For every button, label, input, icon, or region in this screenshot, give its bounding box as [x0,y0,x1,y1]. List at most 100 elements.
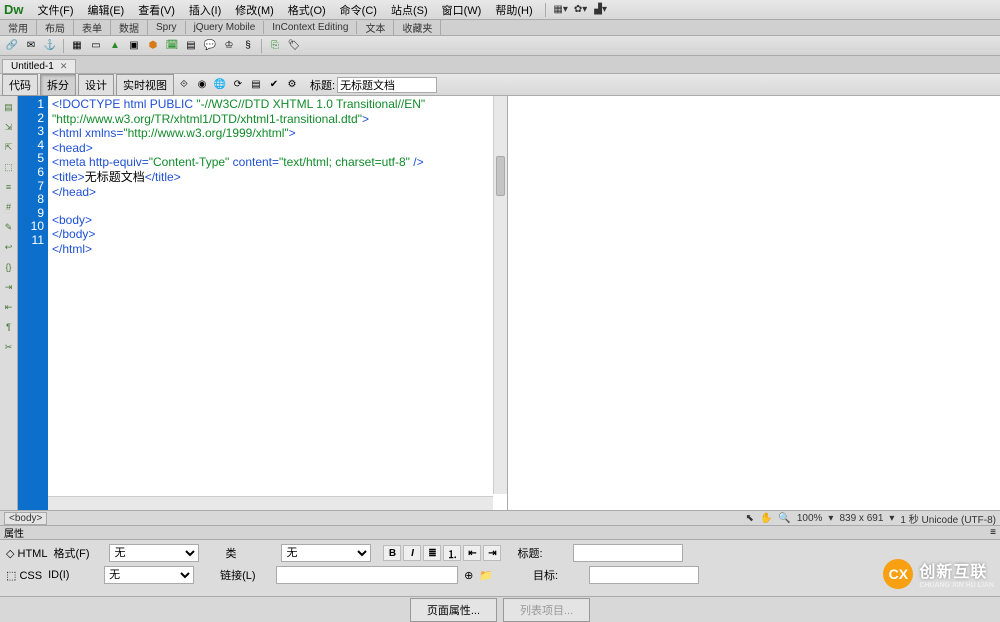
document-toolbar: 代码 拆分 设计 实时视图 ⟐ ◉ 🌐 ⟳ ▤ ✔ ⚙ 标题: [0,74,1000,96]
zoom-value[interactable]: 100% [797,513,823,524]
vertical-scrollbar[interactable] [493,96,507,494]
media-icon[interactable]: ▣ [126,38,142,54]
live-code-icon[interactable]: ⟐ [176,77,192,93]
design-view-button[interactable]: 设计 [78,74,114,96]
indent-icon[interactable]: ⇥ [2,280,16,294]
menu-file[interactable]: 文件(F) [32,0,80,20]
menu-insert[interactable]: 插入(I) [183,0,227,20]
tab-favorites[interactable]: 收藏夹 [394,19,441,36]
tab-text[interactable]: 文本 [357,19,394,36]
refresh-icon[interactable]: ⟳ [230,77,246,93]
collapse-icon[interactable]: ⇲ [2,120,16,134]
indent-btn-icon[interactable]: ⇥ [483,545,501,561]
anchor-icon[interactable]: ⚓ [42,38,58,54]
title-input[interactable] [337,77,437,93]
pointer-icon[interactable]: ⬉ [746,513,754,524]
code-view-button[interactable]: 代码 [2,74,38,96]
format-label: 格式(F) [53,545,103,561]
options-icon[interactable]: ⚙ [284,77,300,93]
tab-spry[interactable]: Spry [148,21,186,34]
ol-icon[interactable]: ⒈ [443,545,461,561]
browse-folder-icon[interactable]: 📁 [479,569,493,582]
design-preview[interactable] [508,96,1000,510]
class-select[interactable]: 无 [281,544,371,562]
server-icon[interactable]: ▤ [183,38,199,54]
menu-edit[interactable]: 编辑(E) [82,0,131,20]
snippets-icon[interactable]: ✂ [2,340,16,354]
html-tab[interactable]: ◇ HTML [6,547,47,560]
email-icon[interactable]: ✉ [23,38,39,54]
italic-icon[interactable]: I [403,545,421,561]
tab-layout[interactable]: 布局 [37,19,74,36]
format-select[interactable]: 无 [109,544,199,562]
outdent-btn-icon[interactable]: ⇤ [463,545,481,561]
code-editor[interactable]: <!DOCTYPE html PUBLIC "-//W3C//DTD XHTML… [48,96,508,510]
hand-icon[interactable]: ✋ [760,513,772,524]
target-input[interactable] [589,566,699,584]
outdent-icon[interactable]: ⇤ [2,300,16,314]
menu-help[interactable]: 帮助(H) [489,0,538,20]
panel-menu-icon[interactable]: ≡ [990,527,996,538]
app-logo: Dw [4,2,24,17]
prop-title-input[interactable] [573,544,683,562]
syntax-icon[interactable]: {} [2,260,16,274]
widget-icon[interactable]: ⬢ [145,38,161,54]
extend-icon[interactable]: ▟▾ [592,2,610,18]
layout-icon[interactable]: ▦▾ [552,2,570,18]
line-numbers-icon[interactable]: # [2,200,16,214]
id-select[interactable]: 无 [104,566,194,584]
properties-header[interactable]: 属性≡ [0,526,1000,540]
tab-forms[interactable]: 表单 [74,19,111,36]
menu-bar: Dw 文件(F) 编辑(E) 查看(V) 插入(I) 修改(M) 格式(O) 命… [0,0,1000,20]
link-input[interactable] [276,566,458,584]
check-icon[interactable]: ✔ [266,77,282,93]
window-size[interactable]: 839 x 691 [839,513,883,524]
balance-icon[interactable]: ≡ [2,180,16,194]
wrap-icon[interactable]: ↩ [2,240,16,254]
split-view-button[interactable]: 拆分 [40,74,76,96]
table-icon[interactable]: ▦ [69,38,85,54]
expand-icon[interactable]: ⇱ [2,140,16,154]
tab-data[interactable]: 数据 [111,19,148,36]
hyperlink-icon[interactable]: 🔗 [4,38,20,54]
open-docs-icon[interactable]: ▤ [2,100,16,114]
format-icon[interactable]: ¶ [2,320,16,334]
date-icon[interactable]: 🗓 [164,38,180,54]
tab-common[interactable]: 常用 [0,19,37,36]
menu-view[interactable]: 查看(V) [132,0,181,20]
browser-icon[interactable]: 🌐 [212,77,228,93]
ul-icon[interactable]: ≣ [423,545,441,561]
tag-crumb-body[interactable]: <body> [4,512,47,525]
comment-icon[interactable]: 💬 [202,38,218,54]
workspace-icon[interactable]: ✿▾ [572,2,590,18]
insert-tabstrip: 常用 布局 表单 数据 Spry jQuery Mobile InContext… [0,20,1000,36]
tag-icon[interactable]: 🏷 [286,38,302,54]
menu-window[interactable]: 窗口(W) [436,0,488,20]
script-icon[interactable]: § [240,38,256,54]
head-icon[interactable]: ♔ [221,38,237,54]
div-icon[interactable]: ▭ [88,38,104,54]
select-parent-icon[interactable]: ⬚ [2,160,16,174]
bold-icon[interactable]: B [383,545,401,561]
prop-title-label: 标题: [517,545,567,561]
menu-site[interactable]: 站点(S) [385,0,434,20]
document-tab[interactable]: Untitled-1 ✕ [2,59,76,73]
page-properties-button[interactable]: 页面属性... [410,598,497,622]
close-icon[interactable]: ✕ [60,61,68,72]
editor-split: ▤ ⇲ ⇱ ⬚ ≡ # ✎ ↩ {} ⇥ ⇤ ¶ ✂ 1234567891011… [0,96,1000,510]
css-tab[interactable]: ⬚ CSS [6,569,42,582]
point-to-file-icon[interactable]: ⊕ [464,569,473,582]
horizontal-scrollbar[interactable] [48,496,493,510]
inspect-icon[interactable]: ◉ [194,77,210,93]
menu-commands[interactable]: 命令(C) [334,0,383,20]
menu-format[interactable]: 格式(O) [282,0,332,20]
file-mgmt-icon[interactable]: ▤ [248,77,264,93]
menu-modify[interactable]: 修改(M) [229,0,280,20]
highlight-icon[interactable]: ✎ [2,220,16,234]
live-view-button[interactable]: 实时视图 [116,74,174,96]
tab-jquerymobile[interactable]: jQuery Mobile [186,21,265,34]
templates-icon[interactable]: ⎘ [267,38,283,54]
tab-incontext[interactable]: InContext Editing [264,21,357,34]
zoom-icon[interactable]: 🔍 [778,513,790,524]
image-icon[interactable]: ▲ [107,38,123,54]
